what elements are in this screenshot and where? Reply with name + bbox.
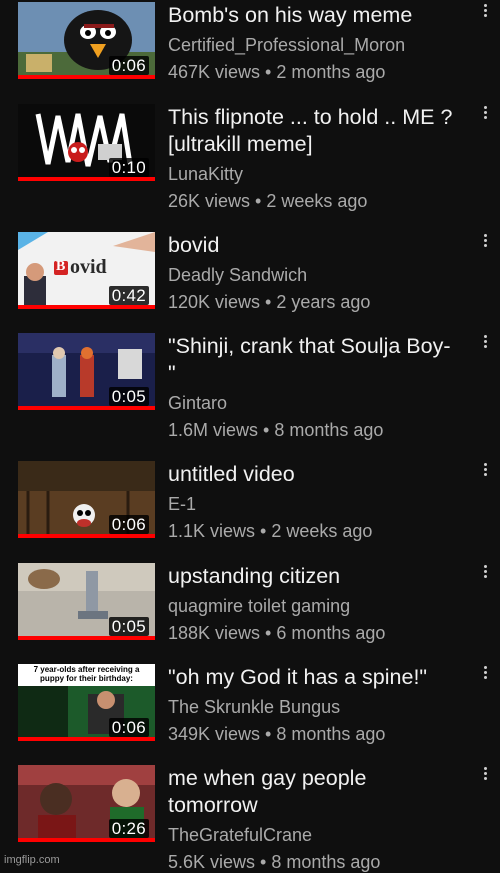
video-title[interactable]: Bomb's on his way meme xyxy=(168,2,458,29)
video-thumbnail[interactable]: 0:06 xyxy=(18,461,155,538)
video-stats: 349K views • 8 months ago xyxy=(168,724,386,744)
watch-progress-fill xyxy=(18,177,155,181)
video-meta[interactable]: Bomb's on his way meme Certified_Profess… xyxy=(168,2,458,83)
watch-progress-track xyxy=(18,406,155,410)
watch-progress-track xyxy=(18,636,155,640)
video-duration: 0:10 xyxy=(108,158,149,177)
video-thumbnail[interactable]: 0:10 xyxy=(18,104,155,181)
more-vert-icon[interactable] xyxy=(478,565,492,585)
video-duration: 0:06 xyxy=(108,515,149,534)
video-thumbnail[interactable]: 7 year-olds after receiving a puppy for … xyxy=(18,664,155,741)
video-meta[interactable]: untitled video E-1 1.1K views • 2 weeks … xyxy=(168,461,458,542)
watch-progress-track xyxy=(18,838,155,842)
video-duration: 0:05 xyxy=(108,387,149,406)
watch-progress-fill xyxy=(18,636,155,640)
video-title[interactable]: upstanding citizen xyxy=(168,563,458,590)
video-title[interactable]: me when gay people tomorrow xyxy=(168,765,458,819)
video-meta[interactable]: "Shinji, crank that Soulja Boy-" Gintaro… xyxy=(168,333,458,441)
video-stats: 188K views • 6 months ago xyxy=(168,623,386,643)
video-title[interactable]: untitled video xyxy=(168,461,458,488)
more-vert-icon[interactable] xyxy=(478,106,492,126)
video-stats: 5.6K views • 8 months ago xyxy=(168,852,381,872)
video-duration: 0:05 xyxy=(108,617,149,636)
watch-progress-track xyxy=(18,305,155,309)
thumbnail-text: ovid xyxy=(70,256,107,278)
thumbnail-caption: 7 year-olds after receiving a puppy for … xyxy=(33,665,140,683)
channel-name[interactable]: Gintaro xyxy=(168,392,458,414)
video-duration: 0:06 xyxy=(108,718,149,737)
video-stats: 1.6M views • 8 months ago xyxy=(168,420,384,440)
watch-progress-fill xyxy=(18,737,155,741)
watermark: imgflip.com xyxy=(4,854,60,866)
video-meta[interactable]: "oh my God it has a spine!" The Skrunkle… xyxy=(168,664,458,745)
watch-progress-track xyxy=(18,177,155,181)
more-vert-icon[interactable] xyxy=(478,463,492,483)
channel-name[interactable]: quagmire toilet gaming xyxy=(168,595,458,617)
thumbnail-badge: B xyxy=(56,259,66,274)
video-duration: 0:06 xyxy=(108,56,149,75)
video-title[interactable]: "Shinji, crank that Soulja Boy-" xyxy=(168,333,458,387)
channel-name[interactable]: The Skrunkle Bungus xyxy=(168,696,458,718)
video-thumbnail[interactable]: 0:06 xyxy=(18,2,155,79)
video-thumbnail[interactable]: 0:05 xyxy=(18,563,155,640)
video-thumbnail[interactable]: 0:05 xyxy=(18,333,155,410)
channel-name[interactable]: Certified_Professional_Moron xyxy=(168,34,458,56)
video-thumbnail[interactable]: B ovid 0:42 xyxy=(18,232,155,309)
more-vert-icon[interactable] xyxy=(478,4,492,24)
channel-name[interactable]: Deadly Sandwich xyxy=(168,264,458,286)
video-stats: 1.1K views • 2 weeks ago xyxy=(168,521,373,541)
video-thumbnail[interactable]: 0:26 xyxy=(18,765,155,842)
watch-progress-fill xyxy=(18,406,155,410)
video-title[interactable]: "oh my God it has a spine!" xyxy=(168,664,458,691)
video-meta[interactable]: bovid Deadly Sandwich 120K views • 2 yea… xyxy=(168,232,458,313)
video-meta[interactable]: me when gay people tomorrow TheGratefulC… xyxy=(168,765,458,873)
watch-progress-fill xyxy=(18,305,155,309)
more-vert-icon[interactable] xyxy=(478,234,492,254)
more-vert-icon[interactable] xyxy=(478,767,492,787)
channel-name[interactable]: TheGratefulCrane xyxy=(168,824,458,846)
watch-progress-fill xyxy=(18,75,155,79)
watch-progress-fill xyxy=(18,534,155,538)
watch-progress-fill xyxy=(18,838,155,842)
more-vert-icon[interactable] xyxy=(478,666,492,686)
video-meta[interactable]: upstanding citizen quagmire toilet gamin… xyxy=(168,563,458,644)
watch-progress-track xyxy=(18,75,155,79)
watch-progress-track xyxy=(18,737,155,741)
channel-name[interactable]: E-1 xyxy=(168,493,458,515)
video-stats: 467K views • 2 months ago xyxy=(168,62,386,82)
video-meta[interactable]: This flipnote ... to hold .. ME ? [ultra… xyxy=(168,104,458,212)
more-vert-icon[interactable] xyxy=(478,335,492,355)
watch-progress-track xyxy=(18,534,155,538)
video-duration: 0:26 xyxy=(108,819,149,838)
video-stats: 26K views • 2 weeks ago xyxy=(168,191,368,211)
channel-name[interactable]: LunaKitty xyxy=(168,163,458,185)
video-stats: 120K views • 2 years ago xyxy=(168,292,371,312)
video-duration: 0:42 xyxy=(108,286,149,305)
video-title[interactable]: This flipnote ... to hold .. ME ? [ultra… xyxy=(168,104,458,158)
video-title[interactable]: bovid xyxy=(168,232,458,259)
